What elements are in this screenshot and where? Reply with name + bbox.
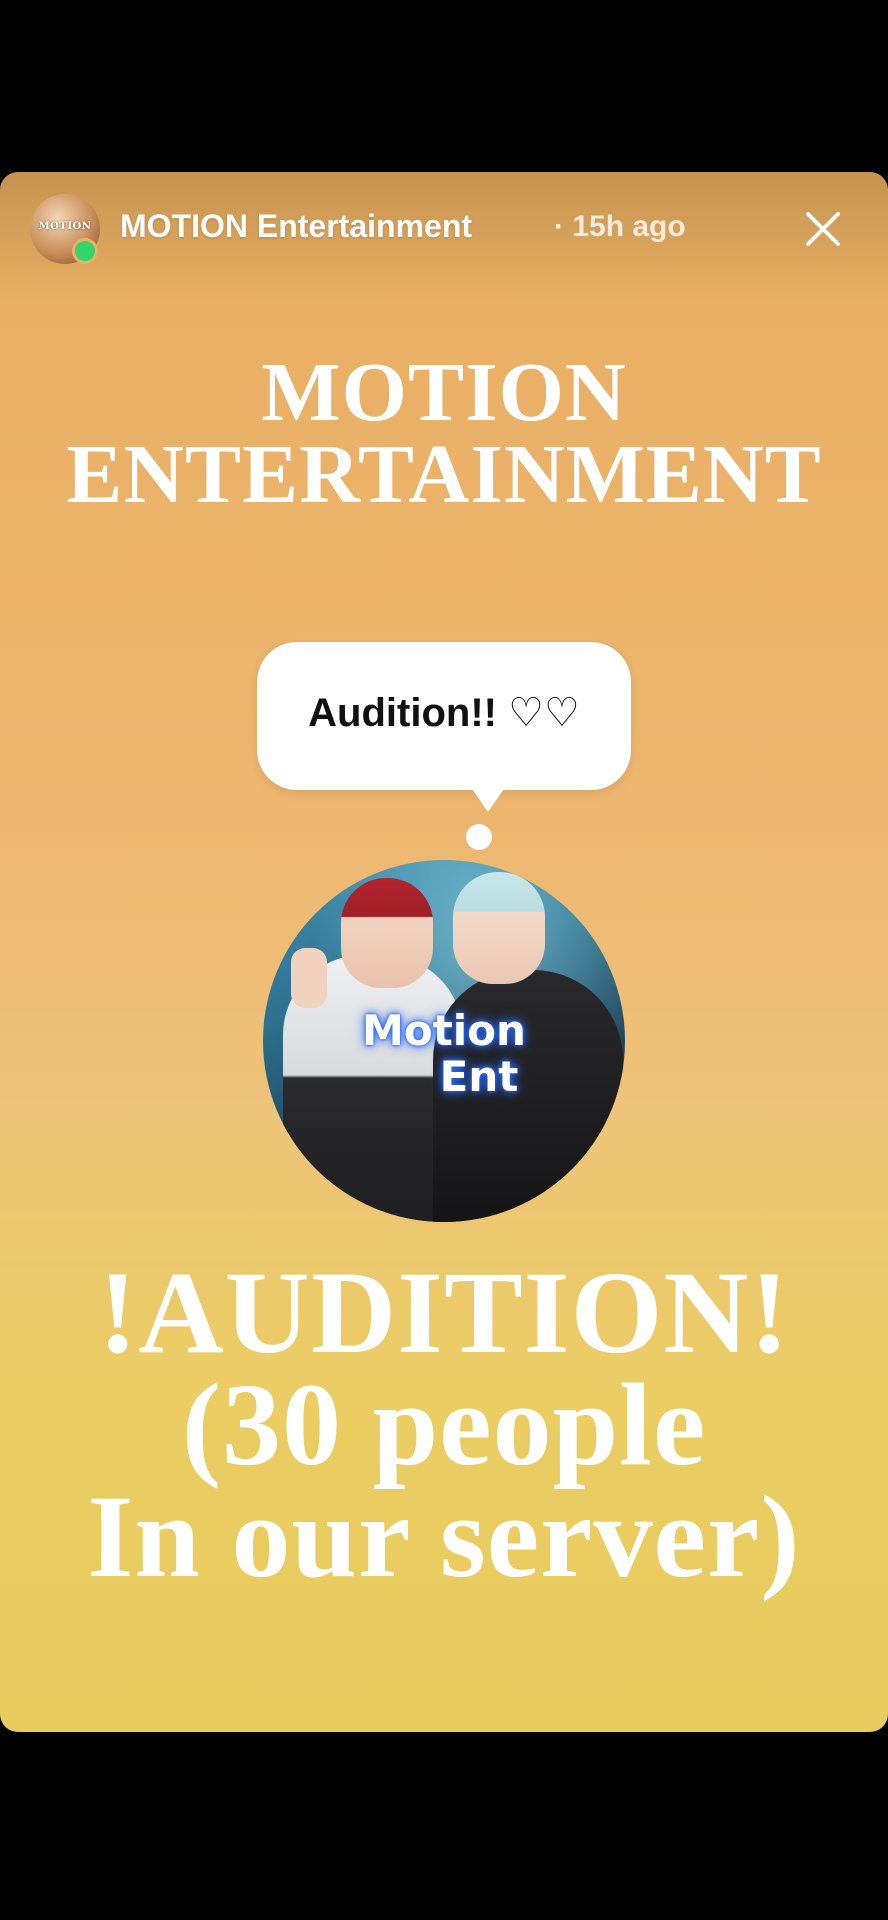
speech-bubble-tail xyxy=(470,786,506,812)
audition-line-3: In our server) xyxy=(87,1471,801,1602)
title-line-2: ENTERTAINMENT xyxy=(66,428,822,521)
story-title: MOTION ENTERTAINMENT xyxy=(0,346,888,521)
photo-label-line-2: Ent xyxy=(439,1052,519,1101)
story-card[interactable]: MOTION MOTION Entertainment · 15h ago MO… xyxy=(0,172,888,1732)
story-header: MOTION MOTION Entertainment · 15h ago xyxy=(0,172,888,288)
close-icon xyxy=(806,212,840,246)
screen: MOTION MOTION Entertainment · 15h ago MO… xyxy=(0,0,888,1920)
story-timestamp: · 15h ago xyxy=(554,210,686,243)
speech-bubble-text: Audition!! ♡♡ xyxy=(308,691,580,735)
peace-sign-hand xyxy=(291,948,327,1008)
account-name[interactable]: MOTION Entertainment xyxy=(120,208,472,245)
thought-dot xyxy=(466,824,492,850)
online-status-dot xyxy=(72,238,98,264)
photo-head-right xyxy=(453,872,545,984)
circular-photo: Motion Ent xyxy=(263,860,625,1222)
title-line-1: MOTION xyxy=(261,346,627,439)
speech-bubble: Audition!! ♡♡ xyxy=(257,642,631,790)
audition-line-1: !AUDITION! xyxy=(98,1247,790,1378)
photo-head-left xyxy=(341,878,433,988)
close-button[interactable] xyxy=(800,206,846,252)
photo-label: Motion Ent xyxy=(263,1008,625,1100)
audition-line-2: (30 people xyxy=(181,1359,707,1490)
avatar-logo-text: MOTION xyxy=(38,221,92,232)
audition-announcement: !AUDITION! (30 people In our server) xyxy=(0,1247,888,1602)
photo-label-line-1: Motion xyxy=(362,1006,526,1055)
